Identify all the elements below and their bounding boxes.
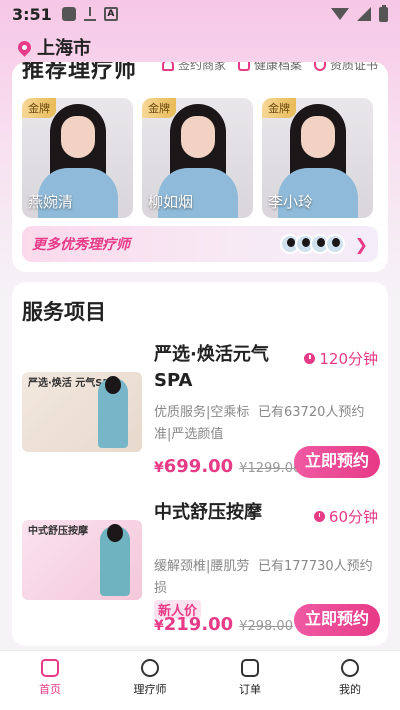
service-image-caption: 中式舒压按摩 — [28, 526, 88, 537]
service-item[interactable]: 严选·焕活 元气SPA 严选·焕活元气SPA 120分钟 优质服务|空乘标准|严… — [22, 342, 380, 482]
service-original-price: ¥298.00 — [239, 619, 293, 634]
service-duration: 60分钟 — [313, 506, 378, 527]
therapist-name: 柳如烟 — [148, 193, 194, 211]
service-price: ¥699.00 — [154, 456, 234, 477]
shield-icon — [313, 62, 326, 71]
clock-icon — [313, 511, 325, 522]
avatar — [324, 234, 345, 254]
services-title: 服务项目 — [22, 300, 106, 324]
therapist-list: 金牌 燕婉清 金牌 柳如烟 金牌 李小玲 — [22, 98, 373, 218]
therapist-card[interactable]: 金牌 李小玲 — [262, 98, 373, 218]
tab-orders[interactable]: 订单 — [200, 651, 300, 710]
book-now-button[interactable]: 立即预约 — [294, 446, 380, 478]
more-therapists-banner[interactable]: 更多优秀理疗师 ❯ — [22, 226, 378, 262]
city-name: 上海市 — [37, 38, 91, 59]
therapist-card[interactable]: 金牌 柳如烟 — [142, 98, 253, 218]
badge-health-record: 健康档案 — [237, 62, 302, 73]
signal-icon — [357, 7, 371, 21]
recommend-therapist-card: 推荐理疗师 签约商家 健康档案 资质证书 金牌 燕婉清 金牌 柳如烟 金牌 李小… — [12, 62, 388, 272]
service-name: 中式舒压按摩 — [154, 502, 262, 523]
tab-therapist[interactable]: 理疗师 — [100, 651, 200, 710]
service-original-price: ¥1299.00 — [239, 461, 302, 476]
bottom-tab-bar: 首页 理疗师 订单 我的 — [0, 650, 400, 710]
service-name: 严选·焕活元气SPA — [154, 344, 269, 391]
app-notification-icon: A — [103, 7, 118, 21]
status-bar: 3:51 A — [0, 0, 400, 28]
gold-badge: 金牌 — [142, 98, 176, 118]
therapist-avatar-group — [279, 234, 345, 254]
order-icon — [241, 659, 259, 677]
chevron-right-icon: ❯ — [354, 234, 368, 254]
clock-icon — [304, 353, 316, 364]
location-selector[interactable]: 上海市 — [15, 34, 91, 60]
service-image: 中式舒压按摩 — [22, 520, 142, 600]
badge-certificate: 资质证书 — [313, 62, 378, 73]
therapist-name: 李小玲 — [268, 193, 314, 211]
trust-badges: 签约商家 健康档案 资质证书 — [161, 62, 378, 73]
service-image: 严选·焕活 元气SPA — [22, 372, 142, 452]
status-time: 3:51 — [12, 4, 52, 24]
book-now-button[interactable]: 立即预约 — [294, 604, 380, 636]
heart-check-icon — [161, 62, 174, 71]
tab-mine[interactable]: 我的 — [300, 651, 400, 710]
mine-icon — [341, 659, 359, 677]
service-booked-count: 已有63720人预约 — [258, 405, 365, 420]
service-duration: 120分钟 — [304, 348, 378, 369]
home-icon — [41, 659, 59, 677]
therapist-card[interactable]: 金牌 燕婉清 — [22, 98, 133, 218]
service-tags: 优质服务|空乘标准|严选颜值 — [154, 405, 250, 442]
gold-badge: 金牌 — [22, 98, 56, 118]
badge-signed-merchant: 签约商家 — [161, 62, 226, 73]
service-price-row: ¥699.00 ¥1299.00 — [154, 456, 301, 477]
more-therapists-text: 更多优秀理疗师 — [32, 237, 130, 253]
services-card: 服务项目 严选·焕活 元气SPA 严选·焕活元气SPA 120分钟 优质服务|空… — [12, 282, 388, 646]
download-icon — [83, 7, 96, 21]
therapist-name: 燕婉清 — [28, 193, 74, 211]
service-price: ¥219.00 — [154, 614, 234, 635]
service-price-row: ¥219.00 ¥298.00 — [154, 614, 293, 635]
tab-home[interactable]: 首页 — [0, 651, 100, 710]
location-pin-icon — [15, 37, 34, 57]
battery-icon — [379, 4, 388, 22]
service-booked-count: 已有177730人预约 — [258, 559, 373, 574]
gold-badge: 金牌 — [262, 98, 296, 118]
recommend-title: 推荐理疗师 — [22, 62, 138, 83]
service-tags: 缓解颈椎|腰肌劳损 — [154, 559, 250, 596]
health-record-icon — [237, 62, 250, 71]
service-item[interactable]: 中式舒压按摩 中式舒压按摩 60分钟 缓解颈椎|腰肌劳损 已有177730人预约… — [22, 500, 380, 640]
notification-icon — [61, 7, 76, 21]
wifi-icon — [331, 8, 349, 20]
therapist-icon — [141, 659, 159, 677]
